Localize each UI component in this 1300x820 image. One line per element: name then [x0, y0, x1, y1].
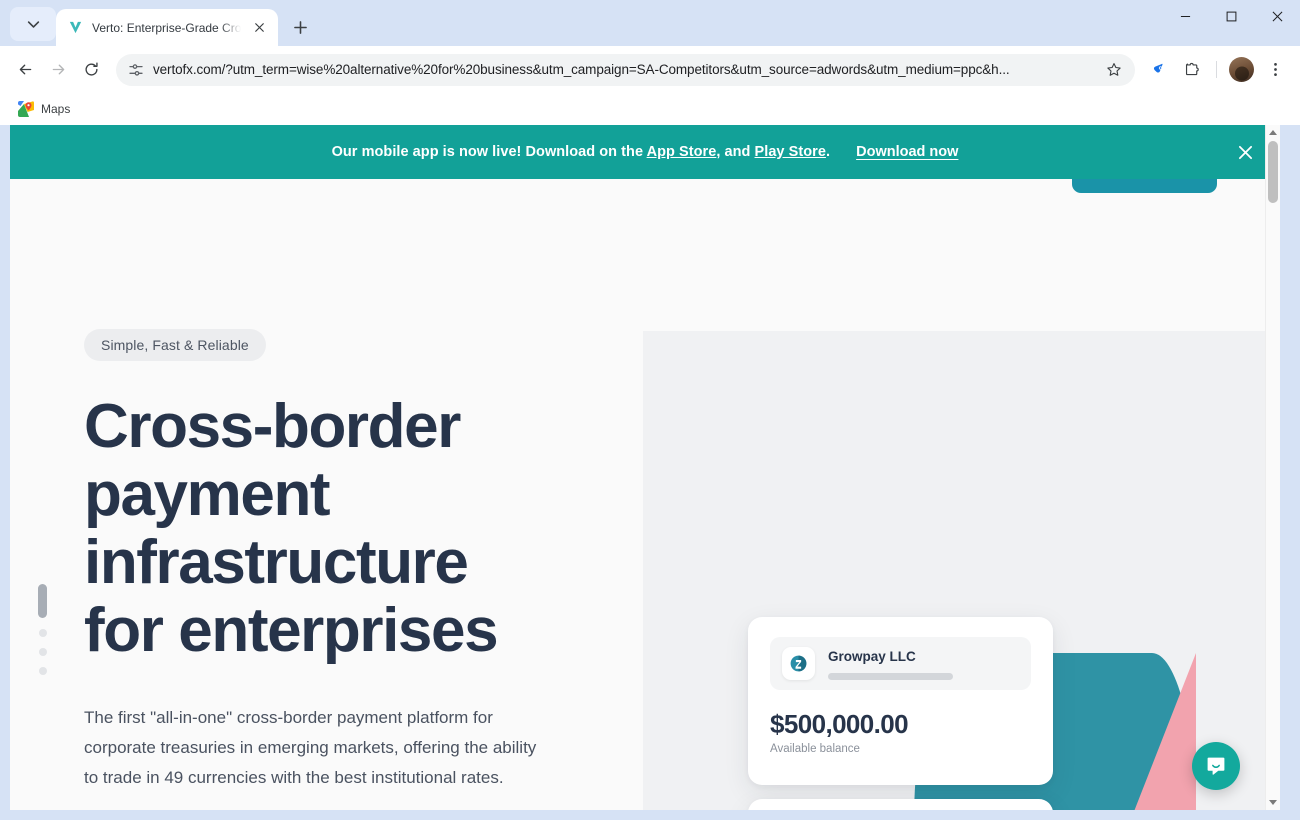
reload-icon	[84, 62, 98, 76]
forward-button[interactable]	[42, 54, 74, 86]
share-page-icon[interactable]	[1143, 54, 1175, 86]
browser-toolbar: vertofx.com/?utm_term=wise%20alternative…	[0, 46, 1300, 93]
balance-label: Available balance	[770, 743, 860, 755]
hero-eyebrow-badge: Simple, Fast & Reliable	[84, 329, 266, 361]
toolbar-divider	[1216, 61, 1217, 78]
window-controls	[1162, 0, 1300, 46]
verto-favicon-icon	[67, 19, 84, 36]
bookmarks-bar: Maps	[0, 93, 1300, 125]
window-close-button[interactable]	[1254, 0, 1300, 32]
new-tab-button[interactable]	[286, 13, 314, 41]
announcement-text: Our mobile app is now live! Download on …	[332, 143, 959, 161]
play-store-link[interactable]: Play Store	[755, 144, 826, 160]
app-store-link[interactable]: App Store	[647, 144, 717, 160]
announcement-text-middle: , and	[716, 144, 755, 160]
account-row: Growpay LLC	[770, 637, 1031, 690]
carousel-indicator-3[interactable]	[38, 648, 47, 656]
hero-subheading: The first "all-in-one" cross-border paym…	[84, 708, 537, 787]
maximize-icon	[1226, 11, 1236, 21]
tab-close-icon[interactable]	[249, 18, 269, 38]
hero-illustration-panel: Growpay LLC $500,000.00 Available balanc…	[643, 331, 1280, 810]
caret-up-icon	[1269, 130, 1277, 135]
back-button[interactable]	[9, 54, 41, 86]
tab-strip: Verto: Enterprise-Grade Cross-B	[0, 0, 1300, 46]
url-text: vertofx.com/?utm_term=wise%20alternative…	[153, 62, 1010, 77]
bookmark-item-maps[interactable]: Maps	[10, 97, 78, 121]
bookmark-star-icon[interactable]	[1100, 56, 1128, 84]
account-meta: Growpay LLC	[828, 648, 1019, 680]
minimize-icon	[1180, 15, 1190, 17]
arrow-left-icon	[19, 64, 31, 75]
site-settings-icon[interactable]	[128, 62, 144, 78]
chevron-down-icon	[27, 20, 39, 28]
account-name: Growpay LLC	[828, 648, 916, 664]
banner-close-icon[interactable]	[1234, 141, 1256, 163]
three-dots-vertical-icon	[1273, 63, 1277, 76]
page-scrollbar[interactable]	[1265, 125, 1280, 810]
bookmark-label: Maps	[41, 102, 71, 116]
address-bar[interactable]: vertofx.com/?utm_term=wise%20alternative…	[116, 53, 1135, 86]
nav-cta-button-partial[interactable]	[1072, 179, 1217, 193]
balance-amount: $500,000.00	[770, 709, 909, 739]
extensions-button[interactable]	[1176, 54, 1208, 86]
download-now-link[interactable]: Download now	[856, 144, 958, 160]
window-minimize-button[interactable]	[1162, 0, 1208, 32]
announcement-text-before: Our mobile app is now live! Download on …	[331, 144, 647, 160]
caret-down-icon	[1269, 800, 1277, 805]
live-chat-button[interactable]	[1192, 742, 1240, 790]
close-icon	[1272, 11, 1282, 21]
hero-section: Simple, Fast & Reliable Cross-border pay…	[10, 179, 1280, 810]
announcement-banner: Our mobile app is now live! Download on …	[10, 125, 1280, 179]
scroll-down-button[interactable]	[1266, 795, 1280, 810]
share-icon	[1153, 63, 1163, 73]
recipients-card: Global Recipients +269 Add	[748, 799, 1053, 810]
carousel-indicator-active[interactable]	[38, 584, 47, 618]
chrome-menu-button[interactable]	[1259, 54, 1291, 86]
page-viewport: Our mobile app is now live! Download on …	[10, 125, 1280, 810]
browser-window: Verto: Enterprise-Grade Cross-B	[0, 0, 1300, 820]
account-placeholder-bar	[828, 672, 953, 680]
balance-card: Growpay LLC $500,000.00 Available balanc…	[748, 617, 1053, 785]
announcement-text-after: .	[825, 144, 831, 160]
plus-icon	[293, 20, 307, 34]
scrollbar-thumb[interactable]	[1268, 141, 1278, 203]
profile-avatar[interactable]	[1229, 57, 1254, 82]
window-maximize-button[interactable]	[1208, 0, 1254, 32]
puzzle-piece-icon	[1185, 62, 1199, 76]
scroll-up-button[interactable]	[1266, 125, 1280, 140]
tab-search-button[interactable]	[10, 7, 56, 41]
arrow-right-icon	[52, 64, 64, 75]
maps-icon	[18, 101, 34, 117]
carousel-indicators	[38, 584, 47, 675]
tab-title: Verto: Enterprise-Grade Cross-B	[92, 20, 241, 35]
browser-tab[interactable]: Verto: Enterprise-Grade Cross-B	[56, 9, 278, 46]
reload-button[interactable]	[75, 54, 107, 86]
carousel-indicator-4[interactable]	[38, 667, 47, 675]
chat-bubble-icon	[1207, 757, 1225, 775]
carousel-indicator-2[interactable]	[38, 629, 47, 637]
hero-copy: Simple, Fast & Reliable Cross-border pay…	[84, 329, 624, 793]
growpay-logo-icon	[782, 647, 815, 680]
hero-heading: Cross-border payment infrastructure for …	[84, 392, 499, 665]
